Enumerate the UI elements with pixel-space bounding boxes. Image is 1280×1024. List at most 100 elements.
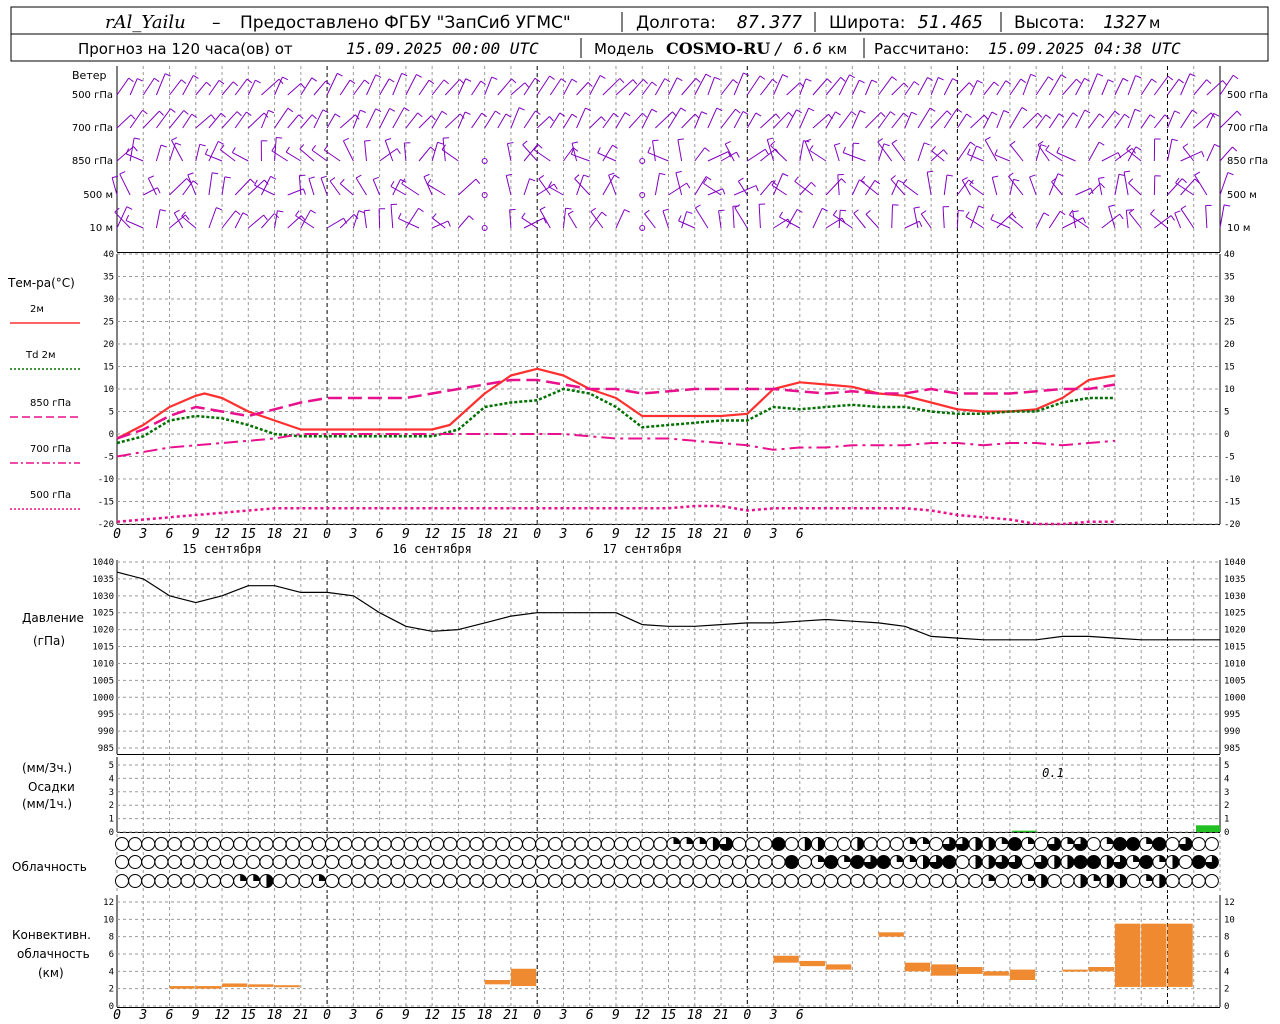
wind-barb-feather xyxy=(583,174,590,178)
wind-barb-feather xyxy=(397,212,402,219)
wind-barb-feather xyxy=(644,209,650,215)
wind-barb xyxy=(1022,74,1032,96)
wind-barb-feather xyxy=(738,177,744,182)
wind-barb-feather xyxy=(231,147,236,153)
wind-barb xyxy=(363,210,367,229)
time-tick-label: 12 xyxy=(424,527,440,542)
wind-barb-feather xyxy=(505,113,512,118)
cloud-fill-quarter xyxy=(686,837,694,844)
cloud-circle xyxy=(272,837,287,851)
time-tick-label: 15 xyxy=(240,1008,256,1023)
wind-barb xyxy=(917,77,928,96)
pressure-tick-left: 1020 xyxy=(92,626,114,636)
cloud-circle xyxy=(824,874,839,888)
wind-barb xyxy=(984,139,998,162)
cloud-circle xyxy=(495,855,510,869)
cloud-circle xyxy=(600,874,615,888)
cloud-fill-quarter xyxy=(1146,874,1153,881)
cloud-circle xyxy=(390,874,405,888)
wind-barb-feather xyxy=(334,113,341,118)
wind-barb xyxy=(221,210,236,229)
wind-barb-feather xyxy=(676,77,683,82)
wind-barb xyxy=(641,81,653,96)
cloud-circle xyxy=(889,874,904,888)
wind-barb xyxy=(205,153,223,162)
wind-barb-feather xyxy=(1181,178,1188,184)
wind-barb-feather xyxy=(994,149,998,156)
wind-barb-feather xyxy=(1214,143,1221,148)
wind-barb xyxy=(734,207,748,229)
pressure-unit: (гПа) xyxy=(33,634,65,648)
cloud-circle xyxy=(522,837,537,851)
cloud-fill-half xyxy=(1054,855,1061,869)
wind-barb xyxy=(641,109,653,129)
cloud-circle xyxy=(994,874,1009,888)
cloud-circle xyxy=(272,874,287,888)
wind-barb xyxy=(208,172,213,196)
model-label: Модель xyxy=(594,40,654,58)
wind-barb xyxy=(298,175,302,196)
wind-barb xyxy=(994,154,1011,162)
wind-barb xyxy=(431,79,445,96)
wind-barb xyxy=(812,78,828,96)
cloud-circle xyxy=(115,855,129,869)
wind-barb-feather xyxy=(990,213,994,220)
wind-barb xyxy=(1088,141,1100,162)
wind-barb-feather xyxy=(695,204,701,209)
time-tick-label: 15 xyxy=(451,1008,467,1023)
cloud-circle xyxy=(417,874,432,888)
precip-bar xyxy=(1196,825,1220,832)
wind-barb xyxy=(720,79,734,96)
cloud-circle xyxy=(495,874,510,888)
precip-tick-right: 2 xyxy=(1224,801,1229,811)
wind-barb-feather xyxy=(755,112,762,117)
wind-barb-feather xyxy=(782,74,789,78)
cloud-circle xyxy=(311,855,326,869)
cloud-circle xyxy=(863,837,878,851)
cloud-circle xyxy=(863,874,878,888)
wind-barb-feather xyxy=(891,76,897,81)
cloud-circle xyxy=(679,855,694,869)
cloud-circle xyxy=(719,874,734,888)
wind-barb-feather xyxy=(1151,78,1157,83)
cloud-circle xyxy=(929,837,944,851)
wind-barb xyxy=(878,111,891,129)
cloud-circle xyxy=(732,874,747,888)
cloud-fill-quarter xyxy=(1093,874,1101,881)
wind-barb xyxy=(1167,110,1176,129)
wind-barb xyxy=(758,204,761,229)
wind-barb xyxy=(733,111,744,129)
pressure-tick-right: 1020 xyxy=(1224,626,1246,636)
cloud-fill-half xyxy=(857,837,864,851)
wind-barb-feather xyxy=(1213,113,1220,117)
wind-barb-feather xyxy=(600,116,606,122)
cloud-circle xyxy=(1204,874,1219,888)
wind-barb xyxy=(147,178,157,196)
cloud-title: Облачность xyxy=(12,860,87,874)
cloud-circle xyxy=(587,837,602,851)
wind-barb xyxy=(983,81,995,96)
wind-barb xyxy=(1180,208,1195,229)
wind-barb xyxy=(431,111,443,129)
wind-barb xyxy=(1108,206,1116,229)
wind-barb-feather xyxy=(268,109,275,114)
wind-barb xyxy=(471,112,483,129)
cloud-fill-full xyxy=(877,855,891,869)
temp-tick-right: -15 xyxy=(1224,498,1240,508)
cloud-circle xyxy=(561,837,576,851)
time-tick-label: 21 xyxy=(293,527,309,542)
wind-barb xyxy=(442,138,446,162)
wind-barb-feather xyxy=(923,142,930,146)
time-tick-label: 12 xyxy=(634,527,650,542)
temp-tick-left: 40 xyxy=(103,250,114,260)
wind-barb xyxy=(681,113,696,129)
cloud-fill-quarter xyxy=(922,837,930,844)
wind-barb xyxy=(668,182,688,196)
wind-barb xyxy=(155,145,162,162)
cloud-circle xyxy=(850,874,865,888)
wind-barb-feather xyxy=(1076,78,1082,84)
wind-barb-feather xyxy=(677,138,684,141)
cloud-circle xyxy=(443,837,458,851)
wind-barb xyxy=(654,78,666,96)
cloud-circle xyxy=(955,874,970,888)
